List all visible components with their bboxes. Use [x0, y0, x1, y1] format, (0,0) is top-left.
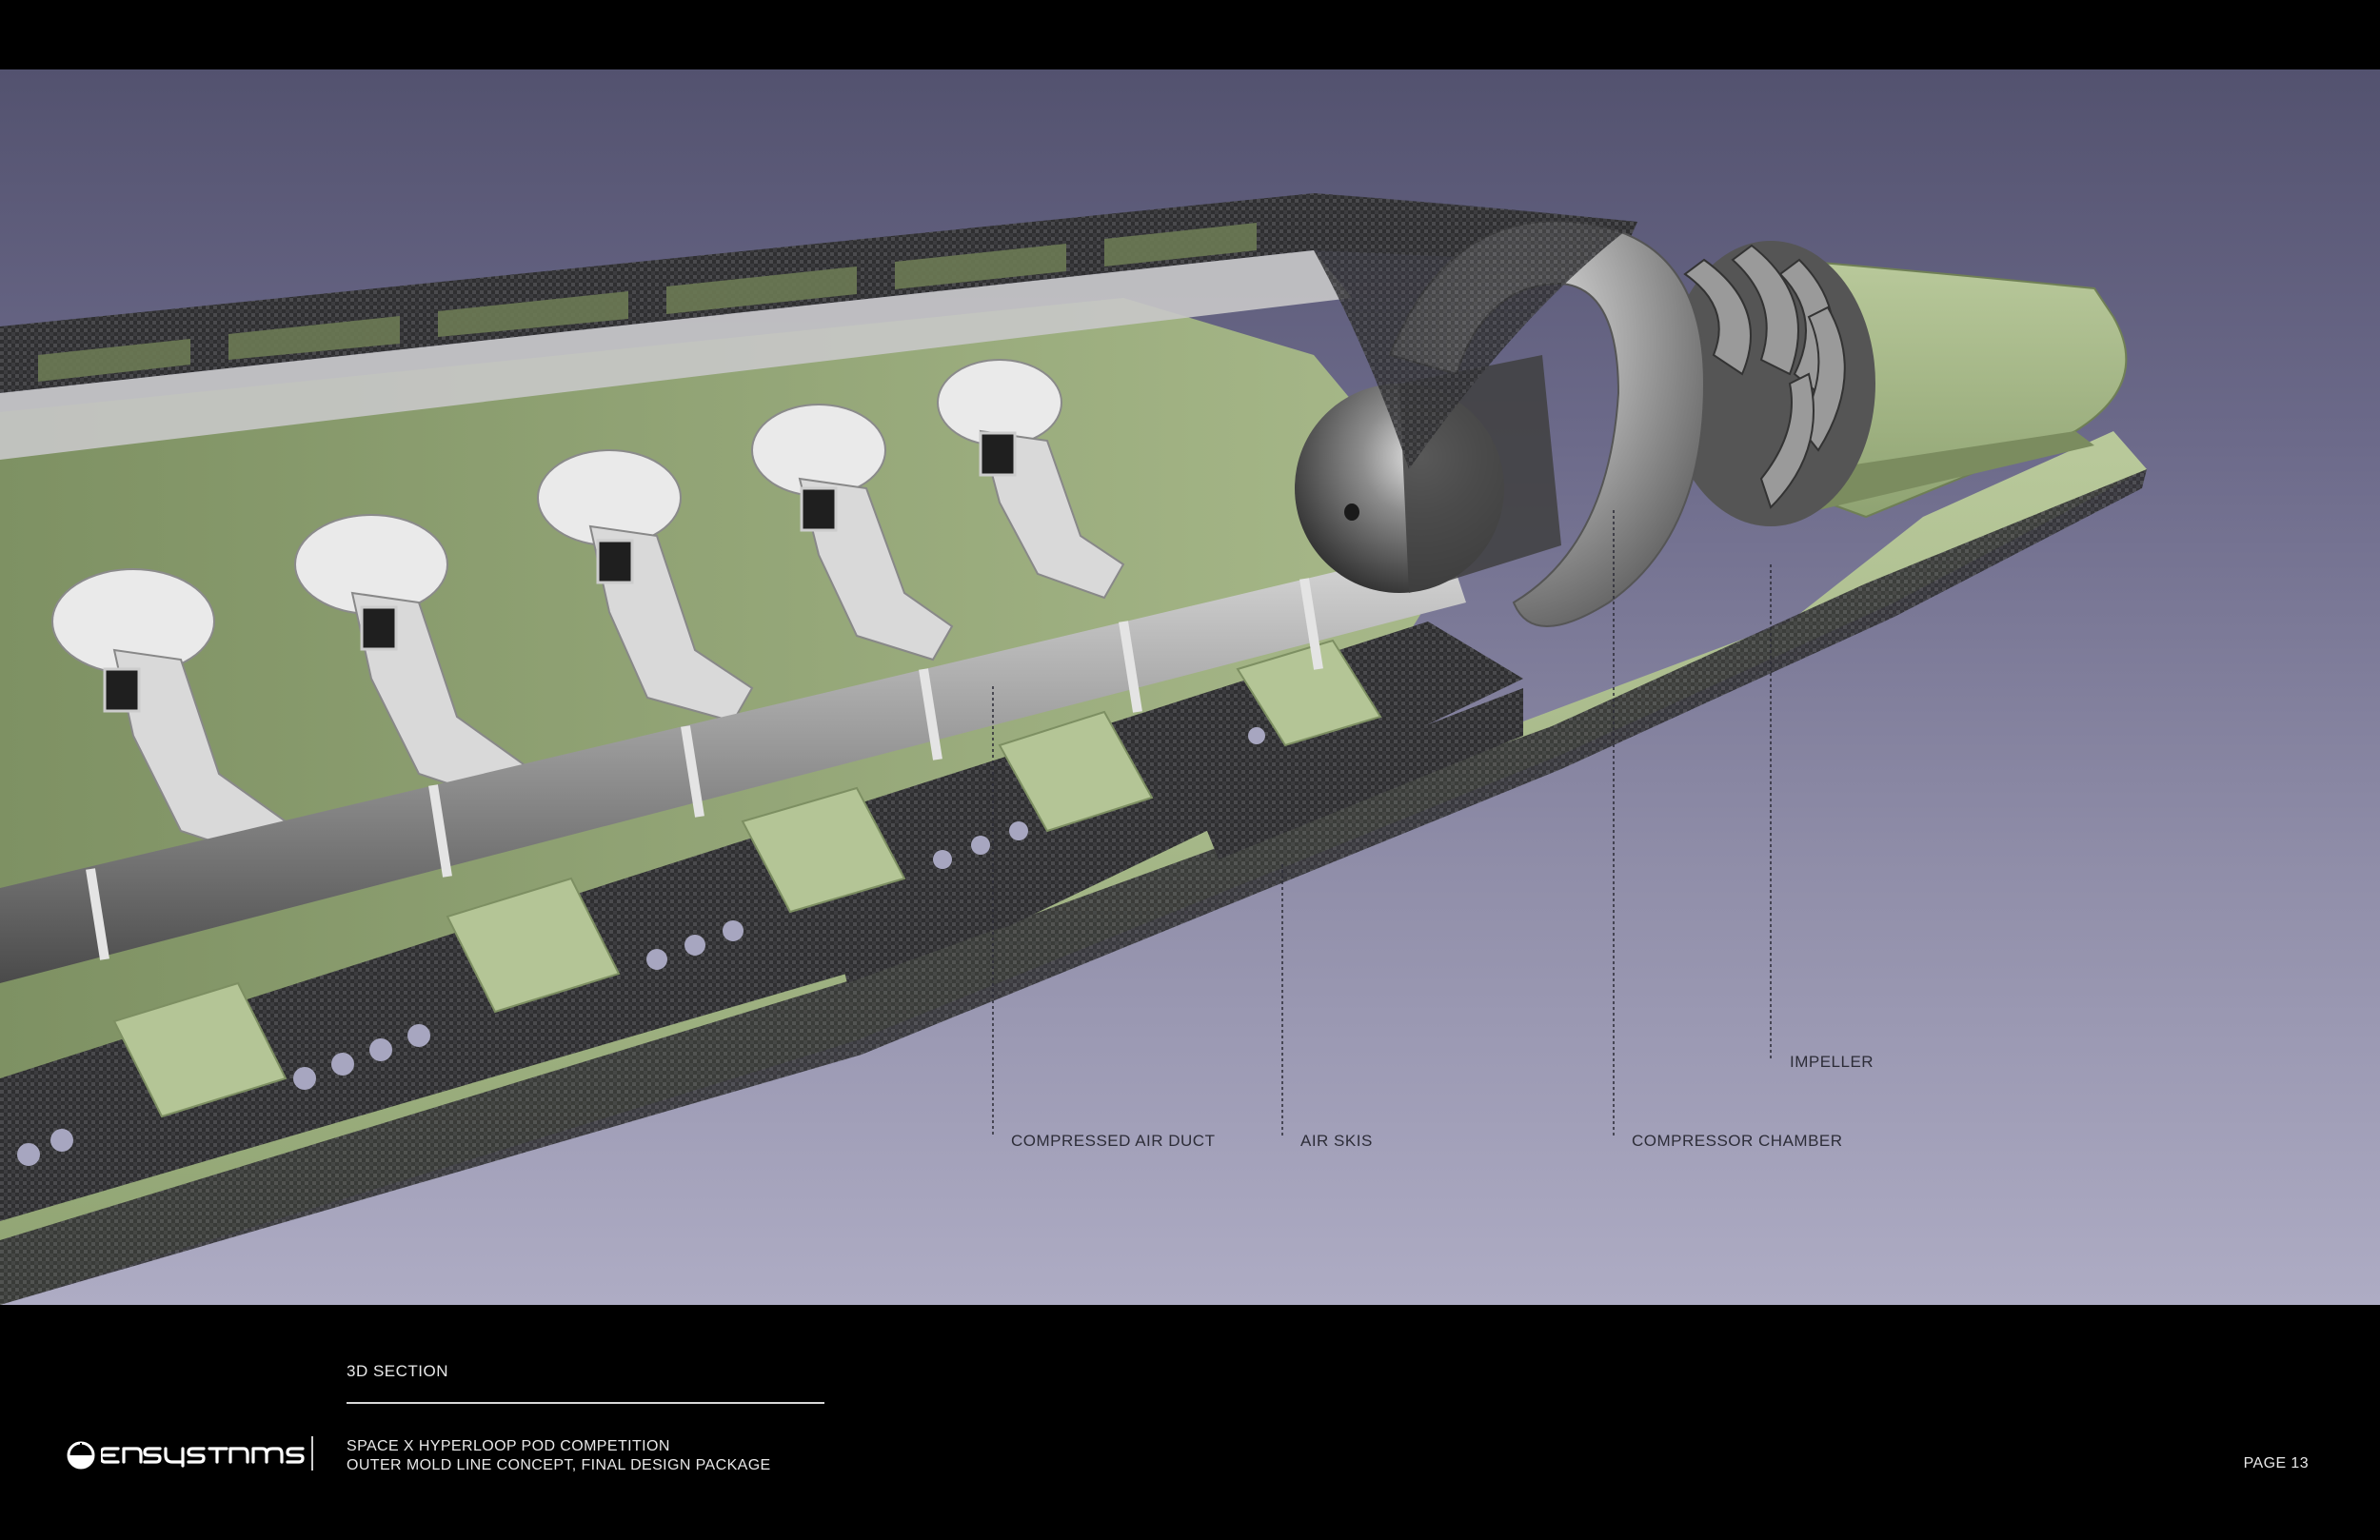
- logo-wordmark-icon: [101, 1447, 305, 1468]
- logo-divider: [311, 1436, 313, 1471]
- callout-compressor-chamber: COMPRESSOR CHAMBER: [1632, 1132, 1843, 1150]
- pod-cutaway-illustration: [0, 193, 2147, 1305]
- section-title-rule: [347, 1402, 824, 1404]
- section-title: 3D SECTION: [347, 1362, 449, 1380]
- callout-air-skis: AIR SKIS: [1300, 1132, 1373, 1150]
- callout-compressed-air-duct: COMPRESSED AIR DUCT: [1011, 1132, 1216, 1150]
- page-number: PAGE 13: [2243, 1455, 2309, 1471]
- project-line-competition: SPACE X HYPERLOOP POD COMPETITION: [347, 1438, 670, 1454]
- company-logo: [67, 1436, 310, 1474]
- project-description: SPACE X HYPERLOOP POD COMPETITION OUTER …: [347, 1437, 771, 1475]
- project-line-package: OUTER MOLD LINE CONCEPT, FINAL DESIGN PA…: [347, 1457, 771, 1473]
- pod-3d-section-render: COMPRESSED AIR DUCT AIR SKIS COMPRESSOR …: [0, 69, 2380, 1305]
- document-footer: 3D SECTION SPACE X HYPERLOOP POD COMPETI…: [0, 1305, 2380, 1540]
- callout-impeller: IMPELLER: [1790, 1053, 1874, 1071]
- compressor-port: [1344, 503, 1359, 521]
- logo-circle-icon: [67, 1441, 95, 1470]
- top-letterbox-bar: [0, 0, 2380, 69]
